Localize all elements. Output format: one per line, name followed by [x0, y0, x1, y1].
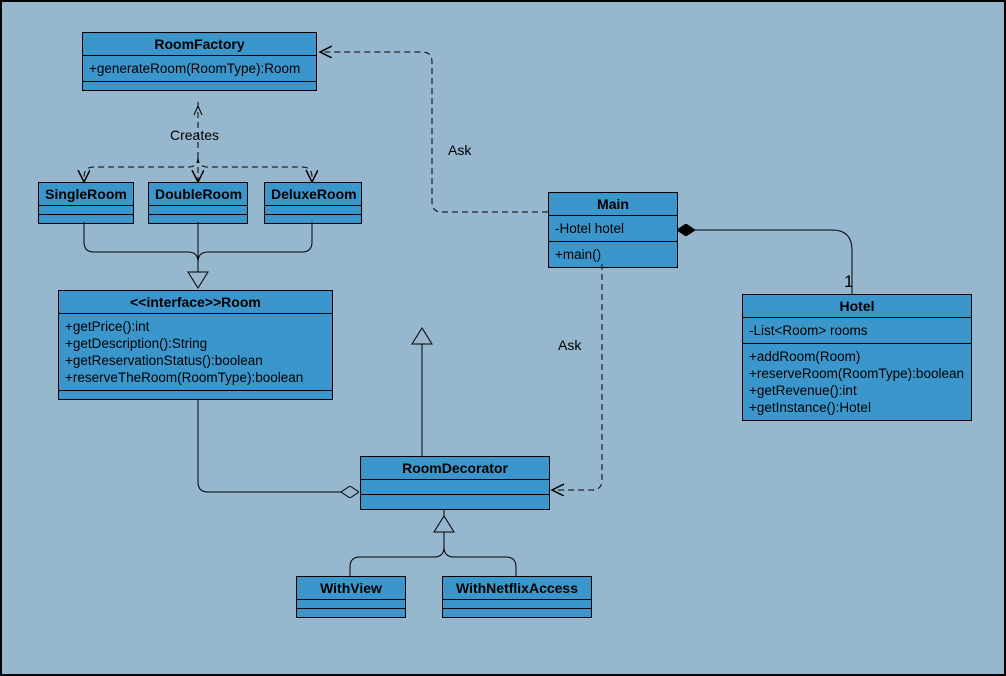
label-one: 1: [844, 272, 853, 292]
method: +getInstance():Hotel: [749, 399, 965, 416]
class-name: RoomFactory: [83, 33, 316, 56]
class-hotel: Hotel -List<Room> rooms +addRoom(Room) +…: [742, 294, 972, 421]
class-name: WithNetflixAccess: [443, 577, 591, 600]
class-name: <<interface>>Room: [59, 291, 332, 314]
method: +getRevenue():int: [749, 382, 965, 399]
class-double-room: DoubleRoom: [148, 182, 248, 224]
class-room-decorator: RoomDecorator: [360, 456, 550, 510]
method: +getDescription():String: [65, 335, 326, 352]
class-name: Hotel: [743, 295, 971, 318]
class-name: WithView: [297, 577, 405, 600]
class-room-interface: <<interface>>Room +getPrice():int +getDe…: [58, 290, 333, 400]
method: +addRoom(Room): [749, 348, 965, 365]
attribute: -Hotel hotel: [555, 220, 671, 237]
class-name: Main: [549, 193, 677, 216]
class-name: SingleRoom: [39, 183, 133, 206]
method: +main(): [555, 246, 671, 263]
class-name: DeluxeRoom: [265, 183, 361, 206]
class-name: DoubleRoom: [149, 183, 247, 206]
class-single-room: SingleRoom: [38, 182, 134, 224]
class-name: RoomDecorator: [361, 457, 549, 480]
attribute: -List<Room> rooms: [749, 322, 965, 339]
class-with-netflix-access: WithNetflixAccess: [442, 576, 592, 618]
method: +reserveRoom(RoomType):boolean: [749, 365, 965, 382]
method: +reserveTheRoom(RoomType):boolean: [65, 369, 326, 386]
label-ask-1: Ask: [448, 142, 471, 158]
class-deluxe-room: DeluxeRoom: [264, 182, 362, 224]
class-with-view: WithView: [296, 576, 406, 618]
label-creates: Creates: [170, 127, 219, 143]
class-main: Main -Hotel hotel +main(): [548, 192, 678, 268]
uml-diagram: RoomFactory +generateRoom(RoomType):Room…: [0, 0, 1006, 676]
label-ask-2: Ask: [558, 337, 581, 353]
method: +generateRoom(RoomType):Room: [89, 60, 310, 77]
method: +getPrice():int: [65, 318, 326, 335]
class-room-factory: RoomFactory +generateRoom(RoomType):Room: [82, 32, 317, 91]
method: +getReservationStatus():boolean: [65, 352, 326, 369]
